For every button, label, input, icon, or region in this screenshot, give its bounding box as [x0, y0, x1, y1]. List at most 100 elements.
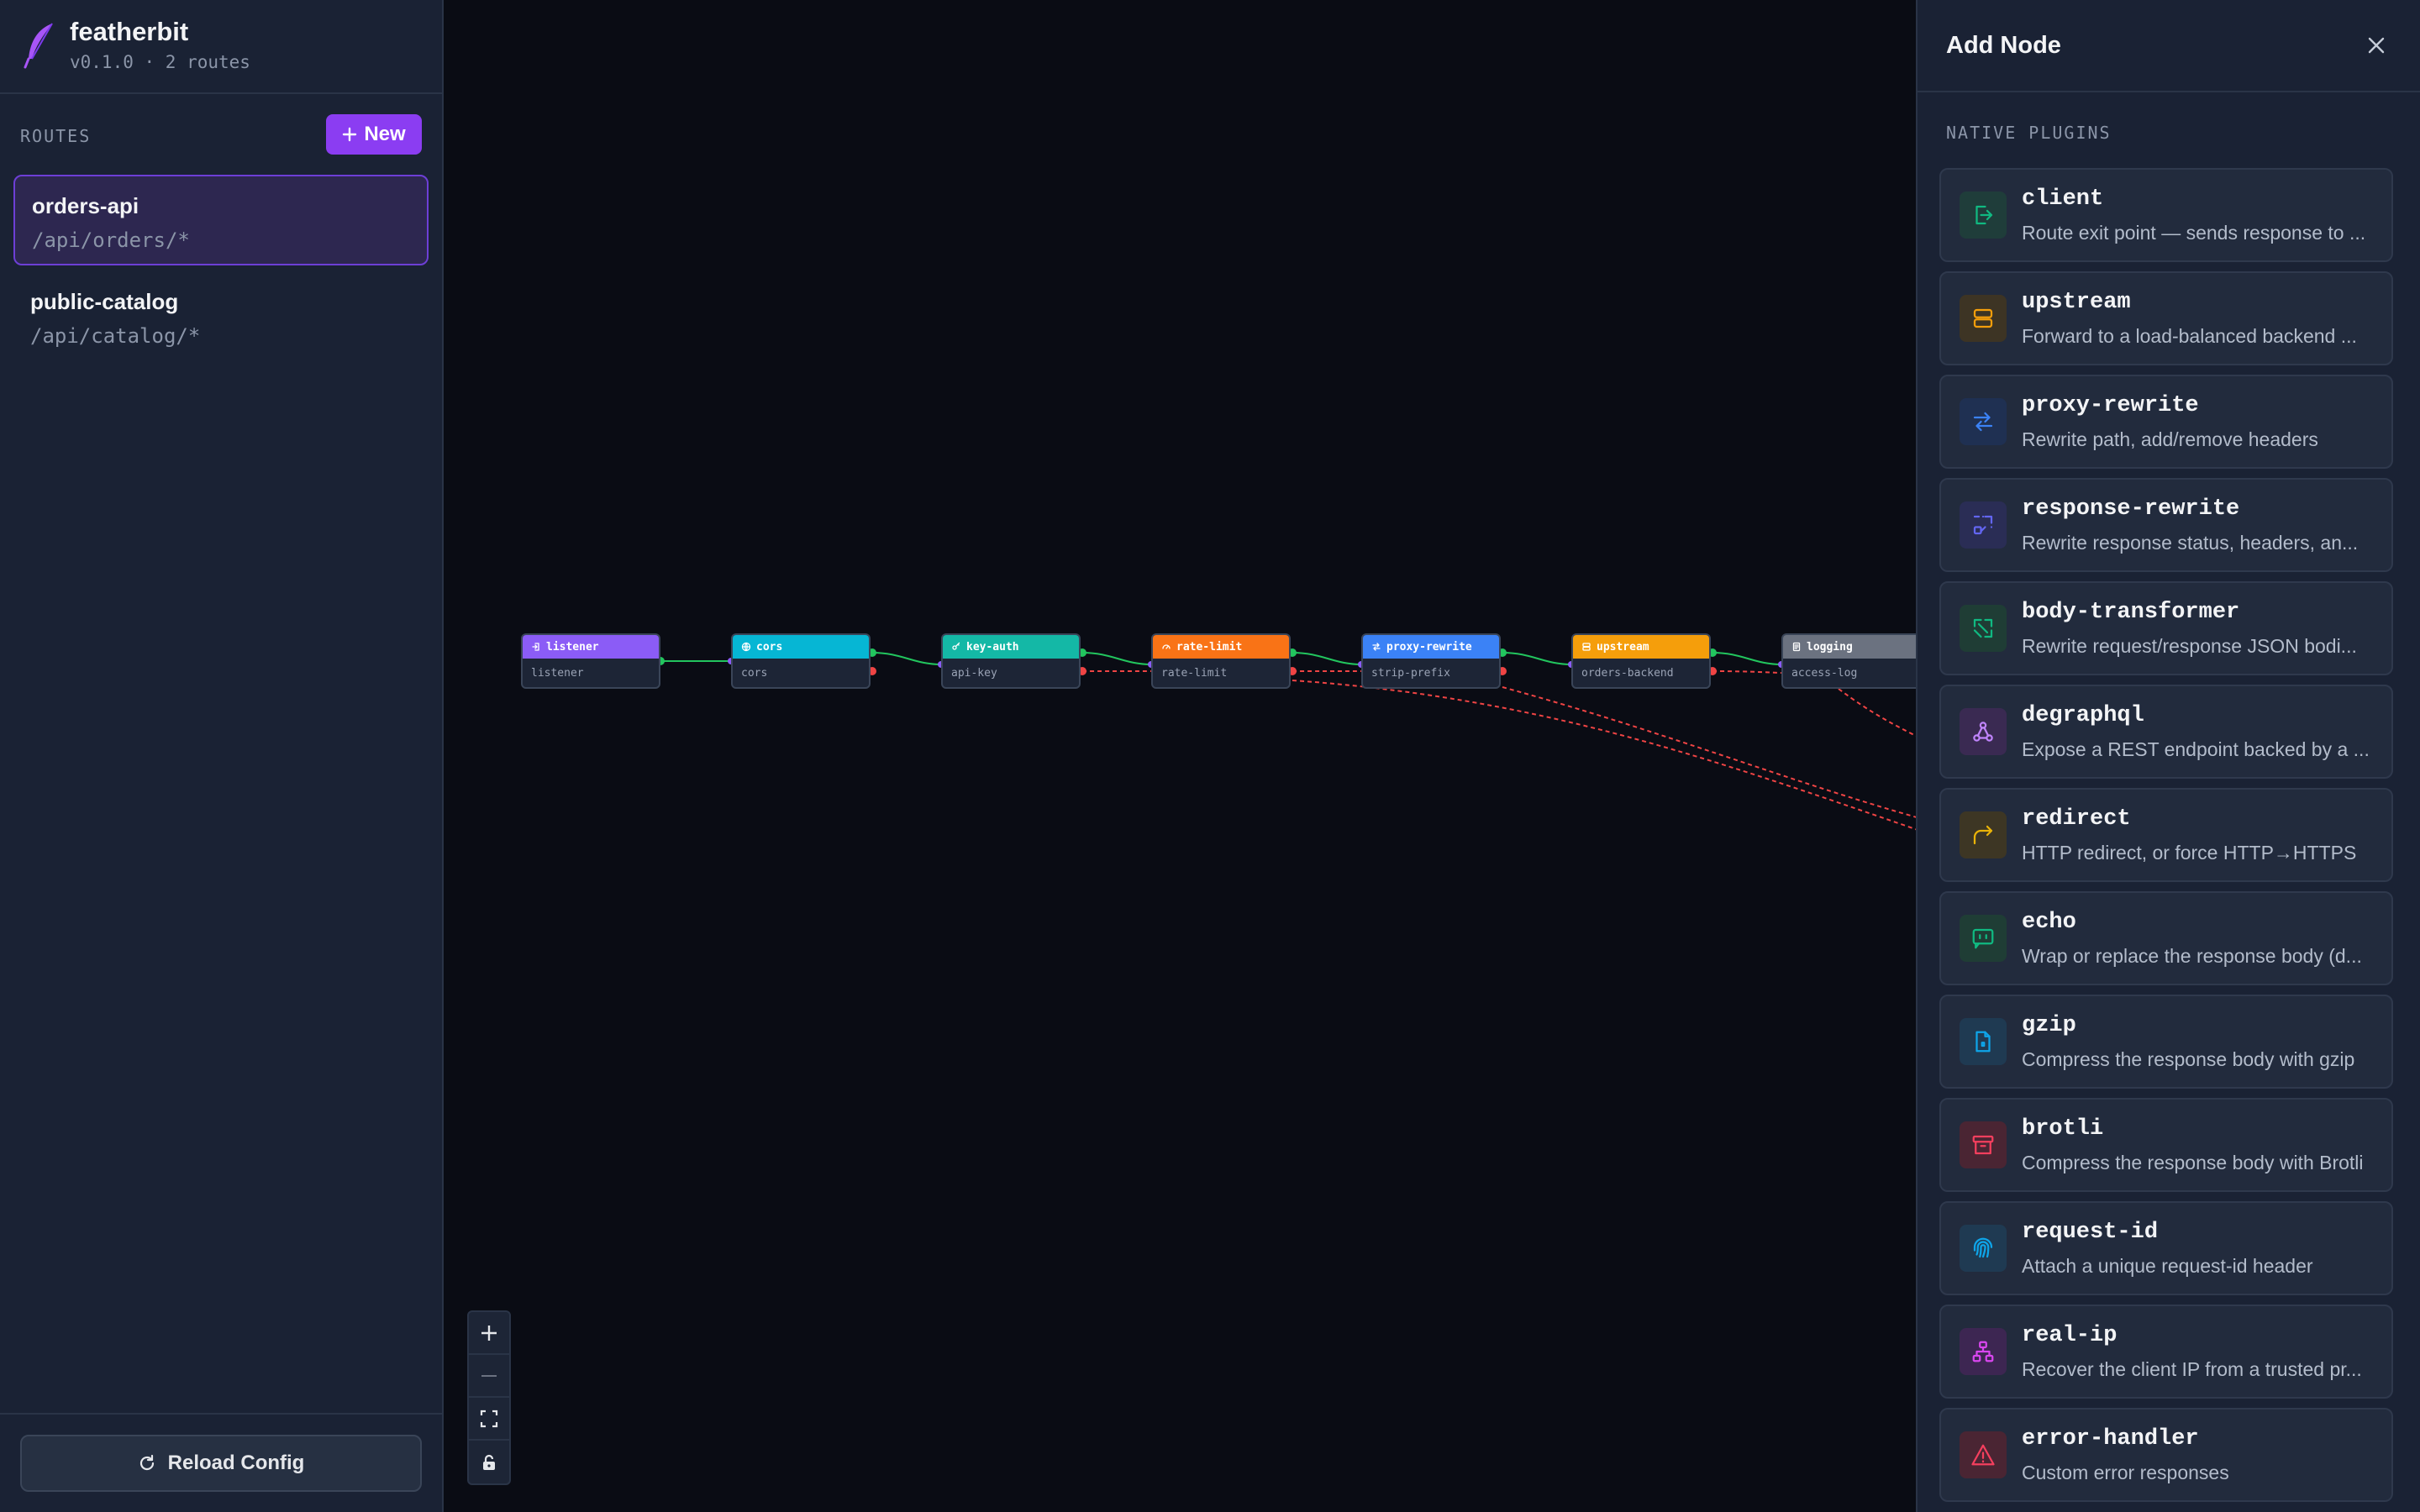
- plugin-card-client[interactable]: client Route exit point — sends response …: [1939, 168, 2393, 262]
- edge-success: [1712, 652, 1782, 665]
- plugin-icon-box: [1960, 708, 2007, 755]
- plugin-description: Rewrite path, add/remove headers: [2022, 428, 2318, 450]
- new-route-label: New: [364, 123, 406, 145]
- node-header: listener: [523, 635, 659, 659]
- node-type: logging: [1807, 640, 1853, 654]
- plugin-name: response-rewrite: [2022, 496, 2240, 522]
- plugin-name: error-handler: [2022, 1426, 2199, 1452]
- node-label: strip-prefix: [1371, 667, 1450, 680]
- server-icon: [1582, 643, 1591, 651]
- unlock-icon: [483, 1454, 495, 1470]
- fit-view-button[interactable]: [469, 1398, 509, 1441]
- app-name: featherbit: [70, 17, 189, 46]
- plugin-card-gzip[interactable]: gzip Compress the response body with gzip: [1939, 995, 2393, 1089]
- native-plugins-label: NATIVE PLUGINS: [1946, 123, 2112, 143]
- log-icon: [1792, 642, 1801, 652]
- plugin-card-proxy-rewrite[interactable]: proxy-rewrite Rewrite path, add/remove he…: [1939, 375, 2393, 469]
- node-key-auth[interactable]: key-auth api-key: [941, 633, 1081, 689]
- plugin-card-brotli[interactable]: brotli Compress the response body with Br…: [1939, 1098, 2393, 1192]
- transform-icon: [1973, 618, 1993, 638]
- node-header: upstream: [1573, 635, 1709, 659]
- plugin-name: body-transformer: [2022, 600, 2240, 625]
- plugin-card-redirect[interactable]: redirect HTTP redirect, or force HTTP→HTT…: [1939, 788, 2393, 882]
- lock-button[interactable]: [469, 1441, 509, 1483]
- node-upstream[interactable]: upstream orders-backend: [1571, 633, 1711, 689]
- plugin-icon-box: [1960, 398, 2007, 445]
- plugin-icon-box: [1960, 605, 2007, 652]
- edge-success: [1081, 652, 1152, 665]
- plugin-icon-box: [1960, 811, 2007, 858]
- plugin-description: Custom error responses: [2022, 1462, 2229, 1483]
- globe-icon: [741, 642, 751, 652]
- plugin-card-request-id[interactable]: request-id Attach a unique request-id hea…: [1939, 1201, 2393, 1295]
- plugin-name: client: [2022, 186, 2104, 212]
- plugin-description: Recover the client IP from a trusted pr.…: [2022, 1358, 2362, 1380]
- gauge-icon: [1162, 644, 1171, 649]
- plugin-card-real-ip[interactable]: real-ip Recover the client IP from a trus…: [1939, 1305, 2393, 1399]
- refresh-icon: [139, 1454, 154, 1471]
- plugin-card-degraphql[interactable]: degraphql Expose a REST endpoint backed b…: [1939, 685, 2393, 779]
- close-icon[interactable]: [2365, 34, 2388, 57]
- plugin-card-echo[interactable]: echo Wrap or replace the response body (d…: [1939, 891, 2393, 985]
- plugin-name: request-id: [2022, 1220, 2159, 1245]
- node-cors[interactable]: cors cors: [731, 633, 871, 689]
- plugin-name: upstream: [2022, 290, 2131, 315]
- zoom-in-button[interactable]: [469, 1312, 509, 1355]
- plugin-icon-box: [1960, 1225, 2007, 1272]
- edge-layer: [656, 648, 1916, 831]
- node-type: upstream: [1597, 640, 1649, 654]
- route-item-public-catalog[interactable]: public-catalog /api/catalog/*: [13, 272, 429, 363]
- plugin-card-response-rewrite[interactable]: response-rewrite Rewrite response status,…: [1939, 478, 2393, 572]
- plugin-card-error-handler[interactable]: error-handler Custom error responses: [1939, 1408, 2393, 1502]
- node-proxy-rewrite[interactable]: proxy-rewrite strip-prefix: [1361, 633, 1501, 689]
- plugin-name: echo: [2022, 910, 2076, 935]
- plugin-name: degraphql: [2022, 703, 2144, 728]
- route-name: public-catalog: [30, 289, 179, 314]
- flow-canvas[interactable]: listener listener cors cors key-auth api-key r…: [444, 0, 1916, 1512]
- swap-icon: [1973, 412, 1993, 432]
- app-version: v0.1.0 · 2 routes: [70, 52, 250, 72]
- plugin-name: gzip: [2022, 1013, 2076, 1038]
- plugin-name: redirect: [2022, 806, 2131, 832]
- panel-title: Add Node: [1946, 32, 2061, 59]
- node-type: cors: [756, 640, 783, 654]
- node-listener[interactable]: listener listener: [521, 633, 660, 689]
- plugin-description: Rewrite request/response JSON bodi...: [2022, 635, 2357, 657]
- plugin-description: Wrap or replace the response body (d...: [2022, 945, 2362, 967]
- plugin-icon-box: [1960, 192, 2007, 239]
- fingerprint-icon: [1973, 1237, 1993, 1258]
- node-type: key-auth: [966, 640, 1019, 654]
- sidebar: featherbit v0.1.0 · 2 routes ROUTES New …: [0, 0, 444, 1512]
- reload-config-label: Reload Config: [167, 1452, 305, 1474]
- plugin-description: Compress the response body with Brotli: [2022, 1152, 2364, 1173]
- plugin-description: HTTP redirect, or force HTTP→HTTPS: [2022, 842, 2357, 864]
- node-label: rate-limit: [1161, 667, 1228, 680]
- zoom-out-button[interactable]: [469, 1355, 509, 1398]
- plugin-description: Compress the response body with gzip: [2022, 1048, 2355, 1070]
- swap-icon: [1372, 643, 1381, 651]
- warning-icon: [1971, 1444, 1995, 1466]
- canvas-controls: [467, 1310, 511, 1485]
- server-icon: [1973, 308, 1993, 328]
- feather-logo-icon: [24, 23, 53, 69]
- plugin-icon-box: [1960, 1018, 2007, 1065]
- route-item-orders-api[interactable]: orders-api /api/orders/*: [13, 175, 429, 265]
- route-path: /api/catalog/*: [30, 324, 201, 348]
- plugin-card-upstream[interactable]: upstream Forward to a load-balanced backe…: [1939, 271, 2393, 365]
- plus-icon: [481, 1325, 497, 1341]
- message-icon: [1972, 928, 1994, 949]
- key-icon: [952, 642, 960, 650]
- edge-error: [1292, 680, 1916, 831]
- minus-icon: [481, 1374, 497, 1377]
- node-rate-limit[interactable]: rate-limit rate-limit: [1151, 633, 1291, 689]
- plugin-card-body-transformer[interactable]: body-transformer Rewrite request/response…: [1939, 581, 2393, 675]
- node-logging[interactable]: logging access-log: [1781, 633, 1916, 689]
- reload-config-button[interactable]: Reload Config: [20, 1435, 422, 1492]
- redirect-icon: [1973, 825, 1993, 845]
- plugin-description: Route exit point — sends response to ...: [2022, 222, 2366, 244]
- node-header: key-auth: [943, 635, 1079, 659]
- plugin-icon-box: [1960, 501, 2007, 549]
- new-route-button[interactable]: New: [326, 114, 422, 155]
- plugin-icon-box: [1960, 1121, 2007, 1168]
- edge-error: [1502, 686, 1916, 818]
